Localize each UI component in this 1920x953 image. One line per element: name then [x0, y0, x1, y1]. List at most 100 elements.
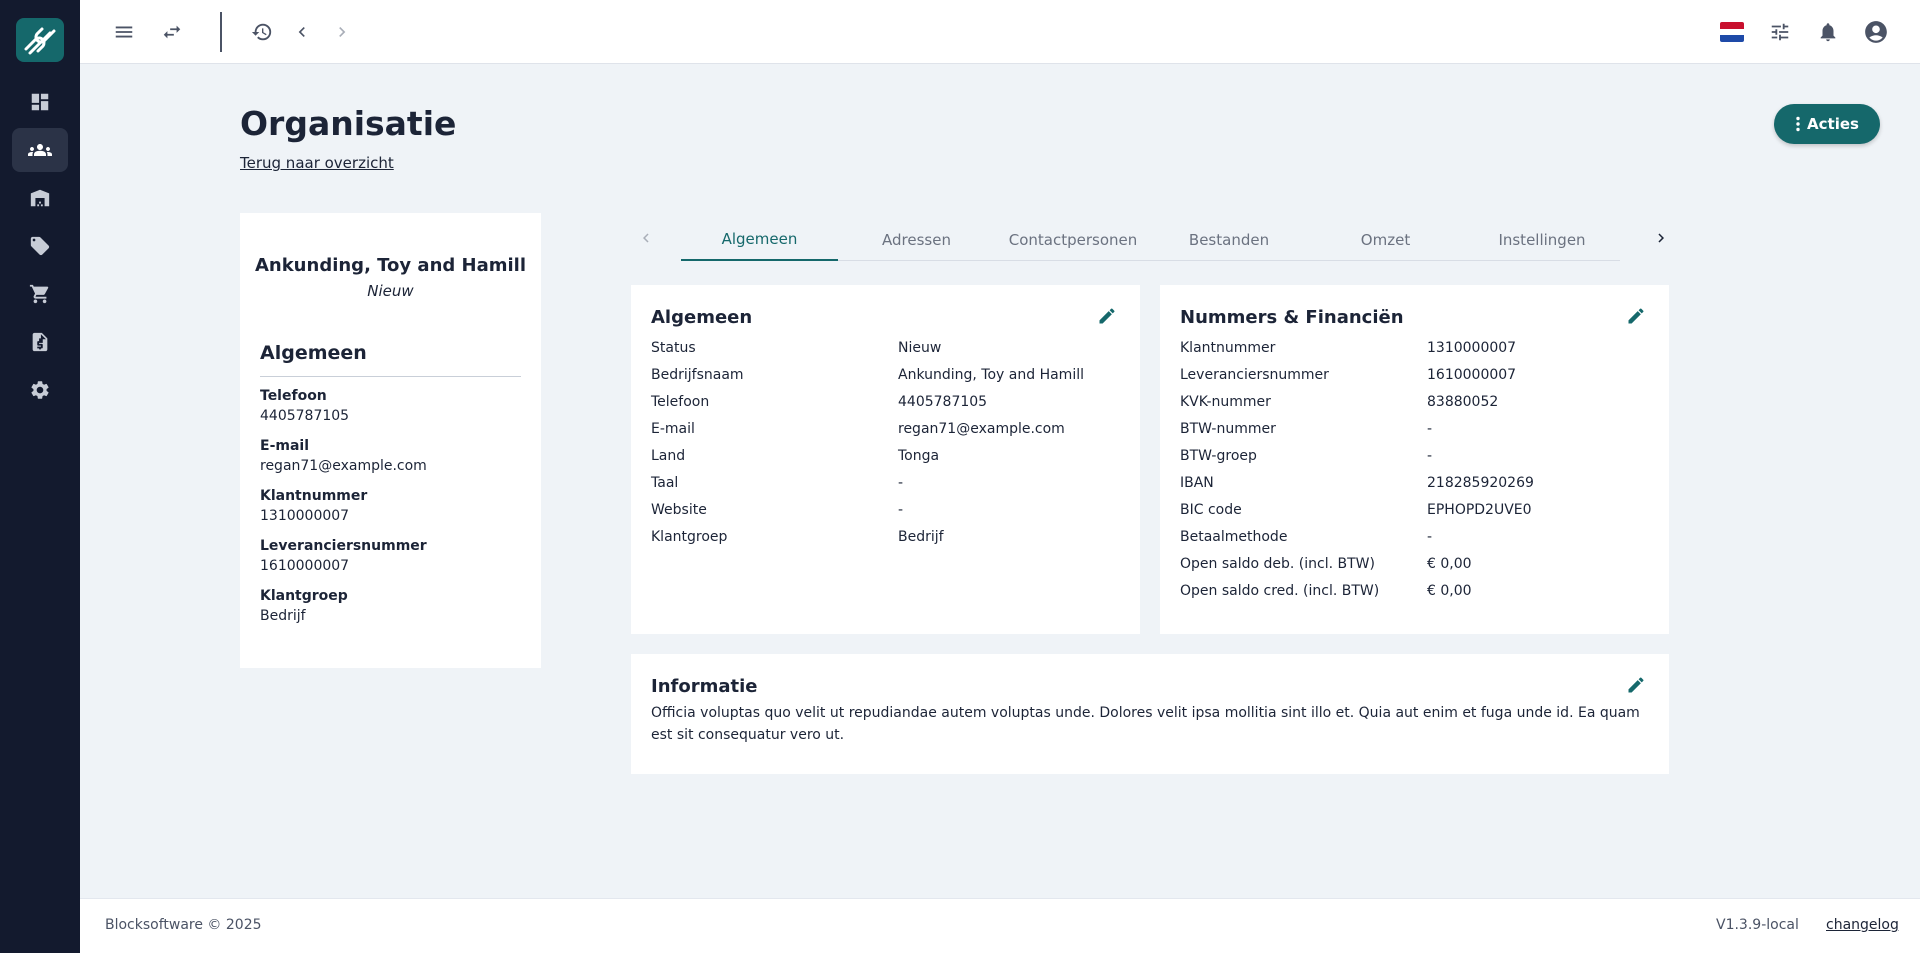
tab-strip: Algemeen Adressen Contactpersonen Bestan…: [681, 219, 1620, 261]
general-card-title: Algemeen: [651, 307, 753, 328]
dashboard-icon: [31, 93, 49, 111]
general-row-value: -: [898, 502, 904, 518]
filter-settings-button[interactable]: [1764, 16, 1796, 48]
tabs-scroll-left-button[interactable]: [633, 225, 659, 251]
general-row-label: Telefoon: [651, 394, 710, 410]
notifications-button[interactable]: [1812, 16, 1844, 48]
tab-algemeen[interactable]: Algemeen: [681, 219, 838, 261]
chain-logo-icon: [24, 27, 56, 55]
sidebar-item-settings[interactable]: [12, 368, 68, 412]
information-card: Informatie Officia voluptas quo velit ut…: [631, 654, 1669, 774]
cart-icon: [29, 284, 49, 304]
profile-field-customer-group: Klantgroep Bedrijf: [260, 588, 348, 624]
users-icon: [28, 144, 52, 156]
tab-contactpersonen[interactable]: Contactpersonen: [995, 219, 1151, 261]
finance-row-label: IBAN: [1180, 475, 1214, 491]
sidebar-item-invoices[interactable]: [12, 320, 68, 364]
general-row-value: regan71@example.com: [898, 421, 1065, 437]
profile-field-label: Klantgroep: [260, 588, 348, 604]
actions-button-label: Acties: [1807, 115, 1859, 133]
back-to-overview-link[interactable]: Terug naar overzicht: [240, 154, 394, 172]
sidebar-item-warehouse[interactable]: [12, 176, 68, 220]
tabs-scroll-right-button[interactable]: [1648, 225, 1674, 251]
tab-bestanden[interactable]: Bestanden: [1151, 219, 1307, 261]
sidebar-item-products[interactable]: [12, 224, 68, 268]
profile-field-value: 4405787105: [260, 408, 350, 424]
language-flag-icon[interactable]: [1720, 22, 1744, 42]
information-card-title: Informatie: [651, 676, 758, 697]
organisation-status: Nieuw: [367, 282, 414, 300]
general-row-label: Land: [651, 448, 686, 464]
pencil-icon: [1099, 308, 1115, 324]
profile-field-label: E-mail: [260, 438, 310, 454]
finance-row-value: EPHOPD2UVE0: [1427, 502, 1532, 518]
tab-instellingen[interactable]: Instellingen: [1464, 219, 1620, 261]
finance-row-value: -: [1427, 421, 1433, 437]
finance-row-value: 1310000007: [1427, 340, 1517, 356]
tab-bar: Algemeen Adressen Contactpersonen Bestan…: [630, 219, 1670, 261]
invoice-icon: [32, 332, 48, 352]
sidebar-item-orders[interactable]: [12, 272, 68, 316]
gear-icon: [31, 381, 49, 399]
edit-information-button[interactable]: [1622, 671, 1650, 699]
history-button[interactable]: [246, 16, 278, 48]
profile-field-value: regan71@example.com: [260, 458, 427, 474]
general-card: Algemeen Status Nieuw Bedrijfsnaam Ankun…: [631, 285, 1140, 634]
edit-finance-button[interactable]: [1622, 302, 1650, 330]
general-row-value: 4405787105: [898, 394, 988, 410]
profile-field-phone: Telefoon 4405787105: [260, 388, 349, 424]
tab-adressen[interactable]: Adressen: [838, 219, 995, 261]
profile-field-value: Bedrijf: [260, 608, 306, 624]
menu-icon: [115, 26, 133, 38]
general-row-label: Bedrijfsnaam: [651, 367, 744, 383]
finance-row-label: Leveranciersnummer: [1180, 367, 1329, 383]
back-button[interactable]: [286, 16, 318, 48]
profile-field-value: 1310000007: [260, 508, 350, 524]
tab-omzet[interactable]: Omzet: [1307, 219, 1464, 261]
warehouse-icon: [30, 189, 50, 207]
profile-divider: [260, 376, 521, 377]
account-button[interactable]: [1860, 16, 1892, 48]
finance-card-title: Nummers & Financiën: [1180, 307, 1404, 328]
profile-card: Ankunding, Toy and Hamill Nieuw Algemeen…: [240, 213, 541, 668]
topbar: [80, 0, 1920, 64]
changelog-link[interactable]: changelog: [1826, 917, 1899, 933]
bell-icon: [1820, 23, 1836, 42]
chevron-right-icon: [1658, 233, 1664, 243]
forward-button[interactable]: [326, 16, 358, 48]
general-row-value: Tonga: [898, 448, 940, 464]
sidebar: [0, 0, 80, 953]
finance-row-label: Open saldo deb. (incl. BTW): [1180, 556, 1375, 572]
page-title: Organisatie: [240, 104, 457, 143]
finance-row-value: 218285920269: [1427, 475, 1534, 491]
sidebar-item-dashboard[interactable]: [12, 80, 68, 124]
tag-icon: [30, 236, 50, 256]
profile-field-email: E-mail regan71@example.com: [260, 438, 427, 474]
general-row-label: Taal: [651, 475, 679, 491]
menu-button[interactable]: [108, 16, 140, 48]
history-icon: [251, 23, 272, 41]
finance-row-label: Klantnummer: [1180, 340, 1276, 356]
profile-field-supplier-number: Leveranciersnummer 1610000007: [260, 538, 427, 574]
finance-row-value: 83880052: [1427, 394, 1499, 410]
general-row-value: Bedrijf: [898, 529, 944, 545]
general-row-value: Ankunding, Toy and Hamill: [898, 367, 1084, 383]
footer-copyright: Blocksoftware © 2025: [105, 917, 262, 933]
actions-button[interactable]: Acties: [1774, 104, 1880, 144]
finance-row-label: Betaalmethode: [1180, 529, 1288, 545]
pencil-icon: [1628, 677, 1644, 693]
edit-general-button[interactable]: [1093, 302, 1121, 330]
finance-row-value: € 0,00: [1427, 556, 1472, 572]
finance-row-label: KVK-nummer: [1180, 394, 1271, 410]
profile-field-customer-number: Klantnummer 1310000007: [260, 488, 367, 524]
footer-version: V1.3.9-local: [1716, 917, 1799, 933]
app-logo[interactable]: [16, 18, 64, 62]
finance-row-value: € 0,00: [1427, 583, 1472, 599]
profile-field-label: Klantnummer: [260, 488, 368, 504]
pencil-icon: [1628, 308, 1644, 324]
sidebar-item-relations[interactable]: [12, 128, 68, 172]
chevron-right-icon: [339, 27, 346, 37]
general-row-value: Nieuw: [898, 340, 942, 356]
swap-icon: [163, 25, 181, 39]
swap-button[interactable]: [156, 16, 188, 48]
